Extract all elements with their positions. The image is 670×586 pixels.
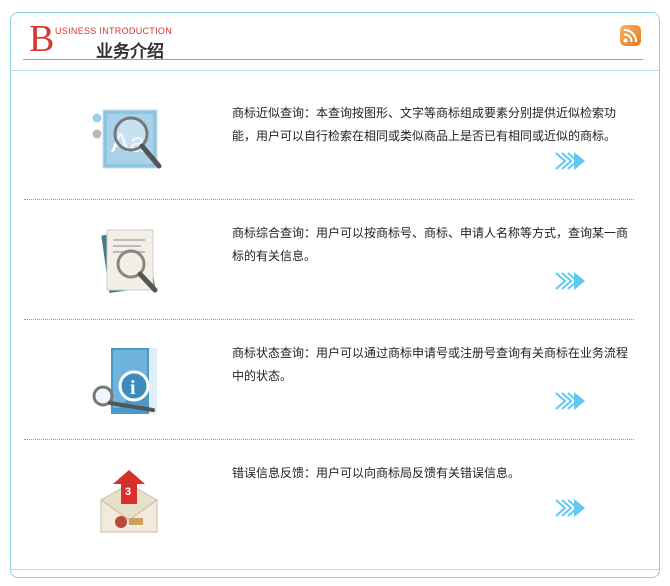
svg-text:i: i [130,377,136,399]
logo-letter: B [29,18,55,60]
info-book-icon[interactable]: i [89,340,169,420]
panel-header: B USINESS INTRODUCTION 业务介绍 [11,13,659,71]
subtitle-english: USINESS INTRODUCTION [55,26,173,36]
item-description: 商标近似查询：本查询按图形、文字等商标组成要素分别提供近似检索功能，用户可以自行… [232,106,617,143]
svg-text:3: 3 [125,486,131,498]
header-separator [11,70,659,71]
more-arrow-icon[interactable] [554,270,588,292]
rss-icon[interactable] [620,25,641,46]
business-intro-panel: B USINESS INTRODUCTION 业务介绍 Aa 商 [10,12,660,578]
more-arrow-icon[interactable] [554,390,588,412]
item-description: 错误信息反馈：用户可以向商标局反馈有关错误信息。 [232,466,521,480]
list-item: Aa 商标近似查询：本查询按图形、文字等商标组成要素分别提供近似检索功能，用户可… [24,80,634,198]
mail-notification-icon[interactable]: 3 [89,460,169,540]
list-item: i 商标状态查询：用户可以通过商标申请号或注册号查询有关商标在业务流程中的状态。 [24,320,634,438]
header-underline [23,59,643,60]
footer-separator [11,569,659,570]
item-description: 商标综合查询：用户可以按商标号、商标、申请人名称等方式，查询某一商标的有关信息。 [232,226,629,263]
more-arrow-icon[interactable] [554,497,588,519]
more-arrow-icon[interactable] [554,150,588,172]
list-item: 3 错误信息反馈：用户可以向商标局反馈有关错误信息。 [24,440,634,558]
magnifier-font-icon[interactable]: Aa [89,100,169,180]
item-description: 商标状态查询：用户可以通过商标申请号或注册号查询有关商标在业务流程中的状态。 [232,346,629,383]
list-item: 商标综合查询：用户可以按商标号、商标、申请人名称等方式，查询某一商标的有关信息。 [24,200,634,318]
document-magnifier-icon[interactable] [89,220,169,300]
